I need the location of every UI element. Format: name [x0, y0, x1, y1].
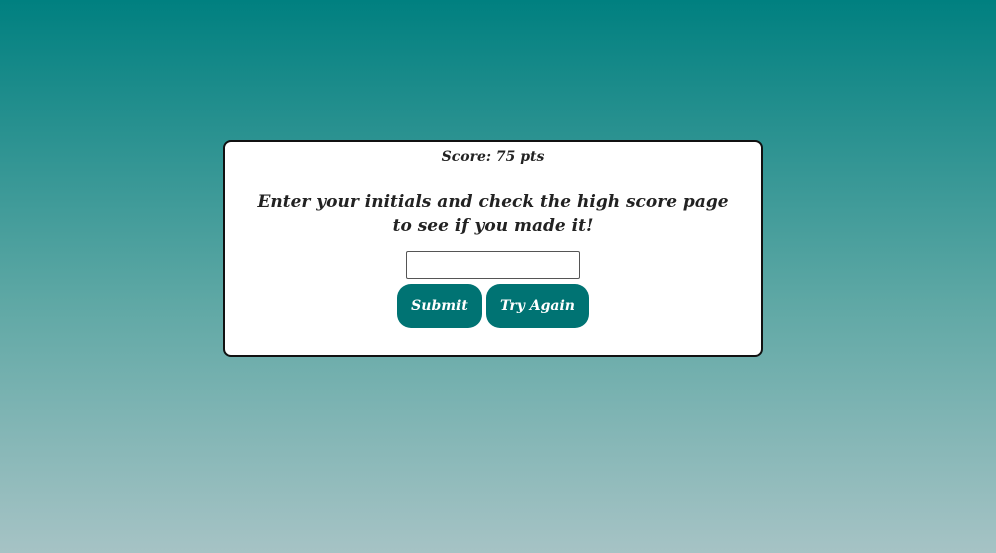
button-row: Submit Try Again [225, 284, 761, 328]
score-dialog: Score: 75 pts Enter your initials and ch… [223, 140, 763, 357]
score-label: Score: [441, 149, 492, 165]
score-display: Score: 75 pts [225, 148, 761, 166]
initials-prompt: Enter your initials and check the high s… [257, 192, 729, 236]
initials-input[interactable] [406, 251, 580, 279]
try-again-button[interactable]: Try Again [486, 284, 589, 328]
score-unit: pts [520, 149, 545, 165]
submit-button[interactable]: Submit [397, 284, 482, 328]
score-value: 75 [495, 149, 516, 165]
